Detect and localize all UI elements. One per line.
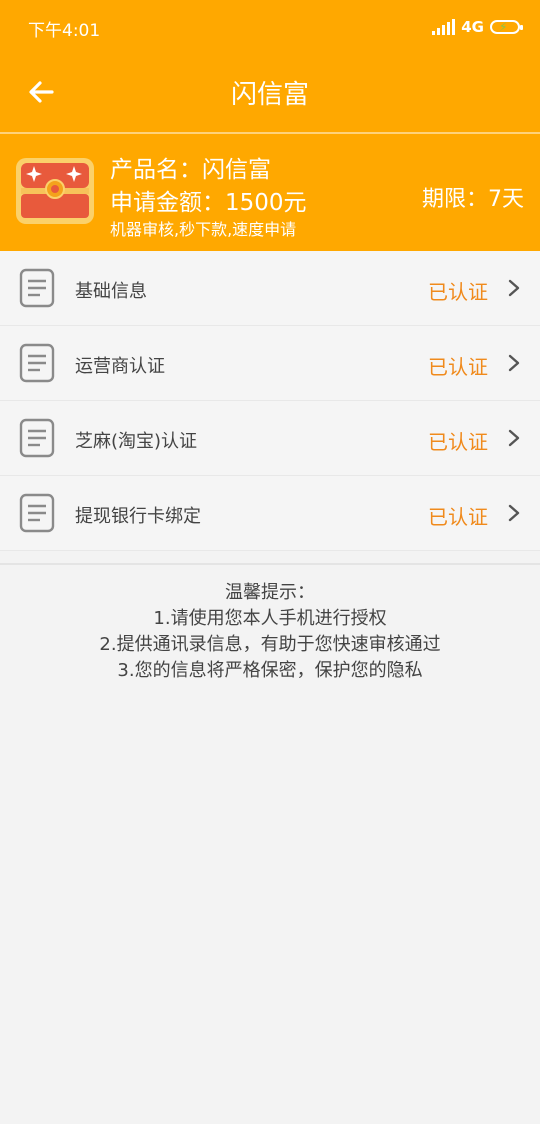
tips-title: 温馨提示： — [225, 582, 315, 603]
product-term: 期限：7天 — [422, 187, 524, 212]
status-icons: 4G ⚡ — [432, 18, 523, 36]
verification-list: 基础信息 已认证 运营商认证 已认证 芝麻(淘宝)认证 已认证 提现银行卡绑定 … — [0, 251, 540, 551]
verification-item-carrier[interactable]: 运营商认证 已认证 — [0, 326, 540, 401]
item-label: 基础信息 — [75, 281, 147, 302]
status-time: 下午4:01 — [28, 21, 101, 41]
verification-item-zhima[interactable]: 芝麻(淘宝)认证 已认证 — [0, 401, 540, 476]
nav-bar: 闪信富 — [0, 52, 540, 132]
product-card: 产品名：闪信富 申请金额：1500元 机器审核,秒下款,速度申请 期限：7天 — [0, 134, 540, 251]
signal-icon — [432, 19, 456, 35]
page-title: 闪信富 — [230, 80, 309, 110]
item-label: 提现银行卡绑定 — [75, 506, 201, 527]
tips-section: 温馨提示： 1.请使用您本人手机进行授权 2.提供通讯录信息，有助于您快速审核通… — [0, 580, 540, 684]
item-label: 运营商认证 — [75, 356, 165, 377]
battery-icon: ⚡ — [490, 20, 523, 34]
chevron-right-icon — [508, 429, 520, 447]
tips-line: 3.您的信息将严格保密，保护您的隐私 — [117, 660, 423, 681]
item-status: 已认证 — [428, 430, 488, 454]
item-label: 芝麻(淘宝)认证 — [75, 431, 198, 452]
product-amount: 申请金额：1500元 — [110, 190, 307, 216]
document-icon — [19, 343, 55, 383]
item-status: 已认证 — [428, 505, 488, 529]
document-icon — [19, 493, 55, 533]
product-name: 产品名：闪信富 — [110, 157, 271, 183]
chevron-right-icon — [508, 504, 520, 522]
tips-line: 1.请使用您本人手机进行授权 — [153, 608, 387, 629]
item-status: 已认证 — [428, 355, 488, 379]
network-type: 4G — [461, 18, 484, 36]
product-description: 机器审核,秒下款,速度申请 — [110, 220, 297, 239]
document-icon — [19, 418, 55, 458]
chevron-right-icon — [508, 279, 520, 297]
treasure-chest-icon — [16, 158, 94, 224]
document-icon — [19, 268, 55, 308]
verification-item-basic-info[interactable]: 基础信息 已认证 — [0, 251, 540, 326]
tips-line: 2.提供通讯录信息，有助于您快速审核通过 — [99, 634, 441, 655]
verification-item-bank-card[interactable]: 提现银行卡绑定 已认证 — [0, 476, 540, 551]
status-bar: 下午4:01 4G ⚡ — [0, 0, 540, 52]
item-status: 已认证 — [428, 280, 488, 304]
chevron-right-icon — [508, 354, 520, 372]
tips-divider — [0, 563, 540, 565]
